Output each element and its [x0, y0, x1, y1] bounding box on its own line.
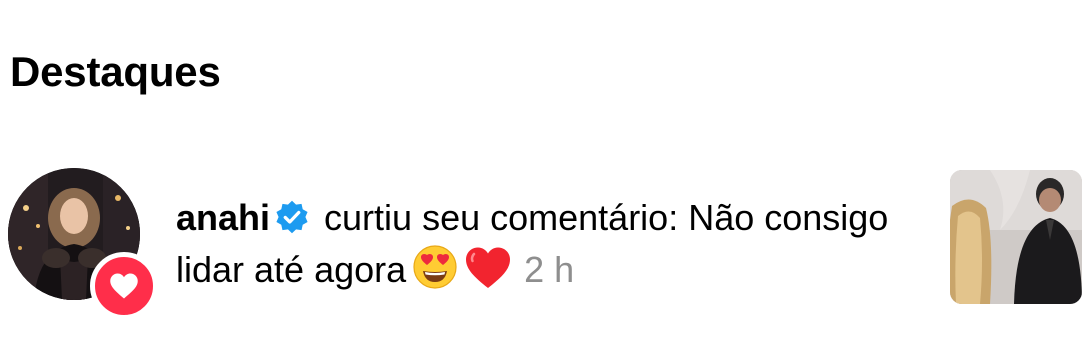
- like-badge: [90, 252, 158, 320]
- section-title: Destaques: [10, 48, 221, 95]
- notification-text[interactable]: anahi curtiu seu comentário: Não consigo…: [176, 192, 896, 296]
- red-heart-emoji: [466, 247, 511, 288]
- avatar-container[interactable]: [8, 168, 158, 320]
- username[interactable]: anahi: [176, 197, 270, 238]
- notification-item[interactable]: anahi curtiu seu comentário: Não consigo…: [0, 166, 1082, 320]
- timestamp: 2 h: [524, 249, 575, 290]
- heart-icon: [110, 273, 138, 299]
- verified-badge-icon: [276, 200, 308, 234]
- post-thumbnail[interactable]: [950, 170, 1082, 304]
- heart-eyes-emoji: [413, 245, 457, 289]
